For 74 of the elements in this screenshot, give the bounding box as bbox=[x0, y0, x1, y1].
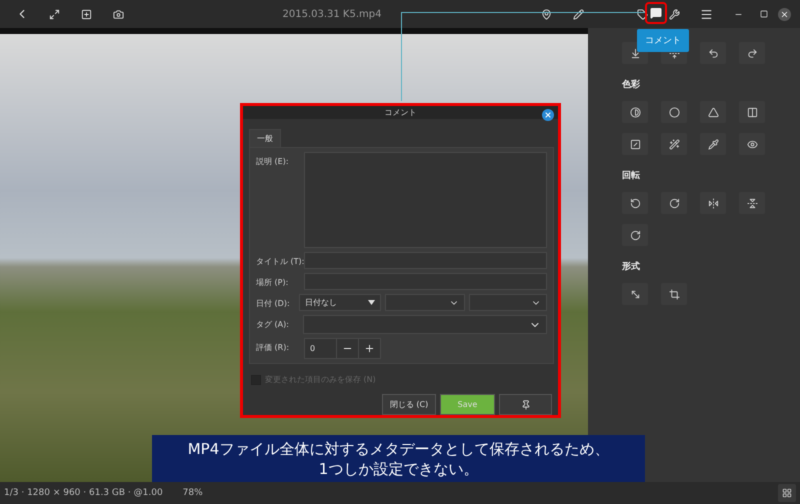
contrast-icon bbox=[630, 106, 640, 118]
plus-square-icon[interactable] bbox=[80, 8, 92, 20]
tool-button[interactable] bbox=[622, 283, 648, 305]
triangle-icon bbox=[708, 106, 718, 118]
speech-bubble-icon bbox=[650, 7, 662, 19]
window-title: 2015.03.31 K5.mp4 bbox=[282, 8, 382, 20]
redo-icon bbox=[746, 48, 758, 58]
download-icon bbox=[630, 48, 640, 58]
tool-button[interactable] bbox=[661, 283, 687, 305]
tool-button[interactable] bbox=[622, 133, 648, 155]
section-title: 色彩 bbox=[622, 78, 641, 91]
rating-spinner[interactable]: 0 bbox=[304, 338, 381, 359]
maximize-icon[interactable] bbox=[760, 10, 768, 18]
date-dropdown[interactable]: 日付なし bbox=[299, 294, 381, 311]
time-field[interactable] bbox=[469, 294, 547, 311]
tool-button[interactable] bbox=[700, 42, 726, 64]
tool-button[interactable] bbox=[622, 224, 648, 246]
field-label: タグ (A): bbox=[256, 319, 290, 330]
window-close-button[interactable] bbox=[778, 8, 790, 20]
grid-view-button[interactable] bbox=[778, 484, 796, 502]
tool-button[interactable] bbox=[739, 101, 765, 123]
tool-button[interactable] bbox=[622, 101, 648, 123]
tool-button[interactable] bbox=[661, 192, 687, 214]
plus-icon bbox=[364, 343, 375, 354]
wrench-icon[interactable] bbox=[668, 8, 680, 20]
close-button[interactable] bbox=[542, 109, 554, 121]
zoom-level: 78% bbox=[182, 488, 204, 498]
tab[interactable]: 一般 bbox=[249, 129, 281, 147]
tool-button[interactable] bbox=[700, 101, 726, 123]
rotate-right-icon bbox=[668, 198, 680, 208]
close-icon bbox=[544, 111, 552, 119]
resize-icon bbox=[630, 288, 640, 300]
wand-icon bbox=[668, 138, 680, 150]
flip-horizontal-icon bbox=[708, 198, 718, 208]
tool-button[interactable] bbox=[622, 192, 648, 214]
tool-button[interactable] bbox=[739, 192, 765, 214]
pin-button[interactable] bbox=[499, 394, 552, 415]
dialog-title: コメント bbox=[384, 107, 416, 118]
pipette-icon bbox=[708, 138, 718, 150]
eye-icon bbox=[746, 138, 758, 150]
pin-icon bbox=[520, 400, 530, 410]
tool-button[interactable] bbox=[739, 133, 765, 155]
tool-button[interactable] bbox=[661, 101, 687, 123]
tool-button[interactable] bbox=[700, 192, 726, 214]
field-label: 評価 (R): bbox=[256, 342, 290, 353]
section-title: 回転 bbox=[622, 170, 641, 182]
pencil-icon[interactable] bbox=[572, 8, 584, 20]
menu-icon[interactable] bbox=[700, 8, 712, 20]
tag-icon[interactable] bbox=[636, 8, 648, 20]
camera-icon[interactable] bbox=[112, 8, 124, 20]
tag-combo-field[interactable] bbox=[303, 315, 547, 334]
tool-button[interactable] bbox=[739, 42, 765, 64]
crop-icon bbox=[668, 288, 680, 300]
grid-icon bbox=[782, 488, 792, 498]
close-button[interactable]: 閉じる (C) bbox=[382, 394, 436, 415]
field-label: 説明 (E): bbox=[256, 156, 290, 167]
comment-button[interactable] bbox=[645, 2, 667, 24]
caption: MP4ファイル全体に対するメタデータとして保存されるため、 1つしか設定できない。 bbox=[152, 435, 645, 482]
pin-icon[interactable] bbox=[540, 8, 552, 20]
rotate-left-icon bbox=[630, 198, 640, 208]
field-label: 日付 (D): bbox=[256, 298, 291, 309]
image-info: 1/3 · 1280 × 960 · 61.3 GB · @1.00 bbox=[4, 488, 163, 498]
tool-button[interactable] bbox=[661, 133, 687, 155]
close-icon bbox=[780, 10, 788, 18]
rotate-icon bbox=[630, 230, 640, 240]
tool-button[interactable] bbox=[700, 133, 726, 155]
expand-icon[interactable] bbox=[48, 8, 60, 20]
section-title: 形式 bbox=[622, 260, 641, 273]
undo-icon bbox=[708, 48, 718, 58]
caret-down-icon bbox=[368, 300, 375, 305]
flip-vertical-icon bbox=[746, 198, 758, 208]
date-field[interactable] bbox=[385, 294, 465, 311]
field-label: 場所 (P): bbox=[256, 277, 290, 288]
tooltip: コメント bbox=[637, 29, 689, 52]
